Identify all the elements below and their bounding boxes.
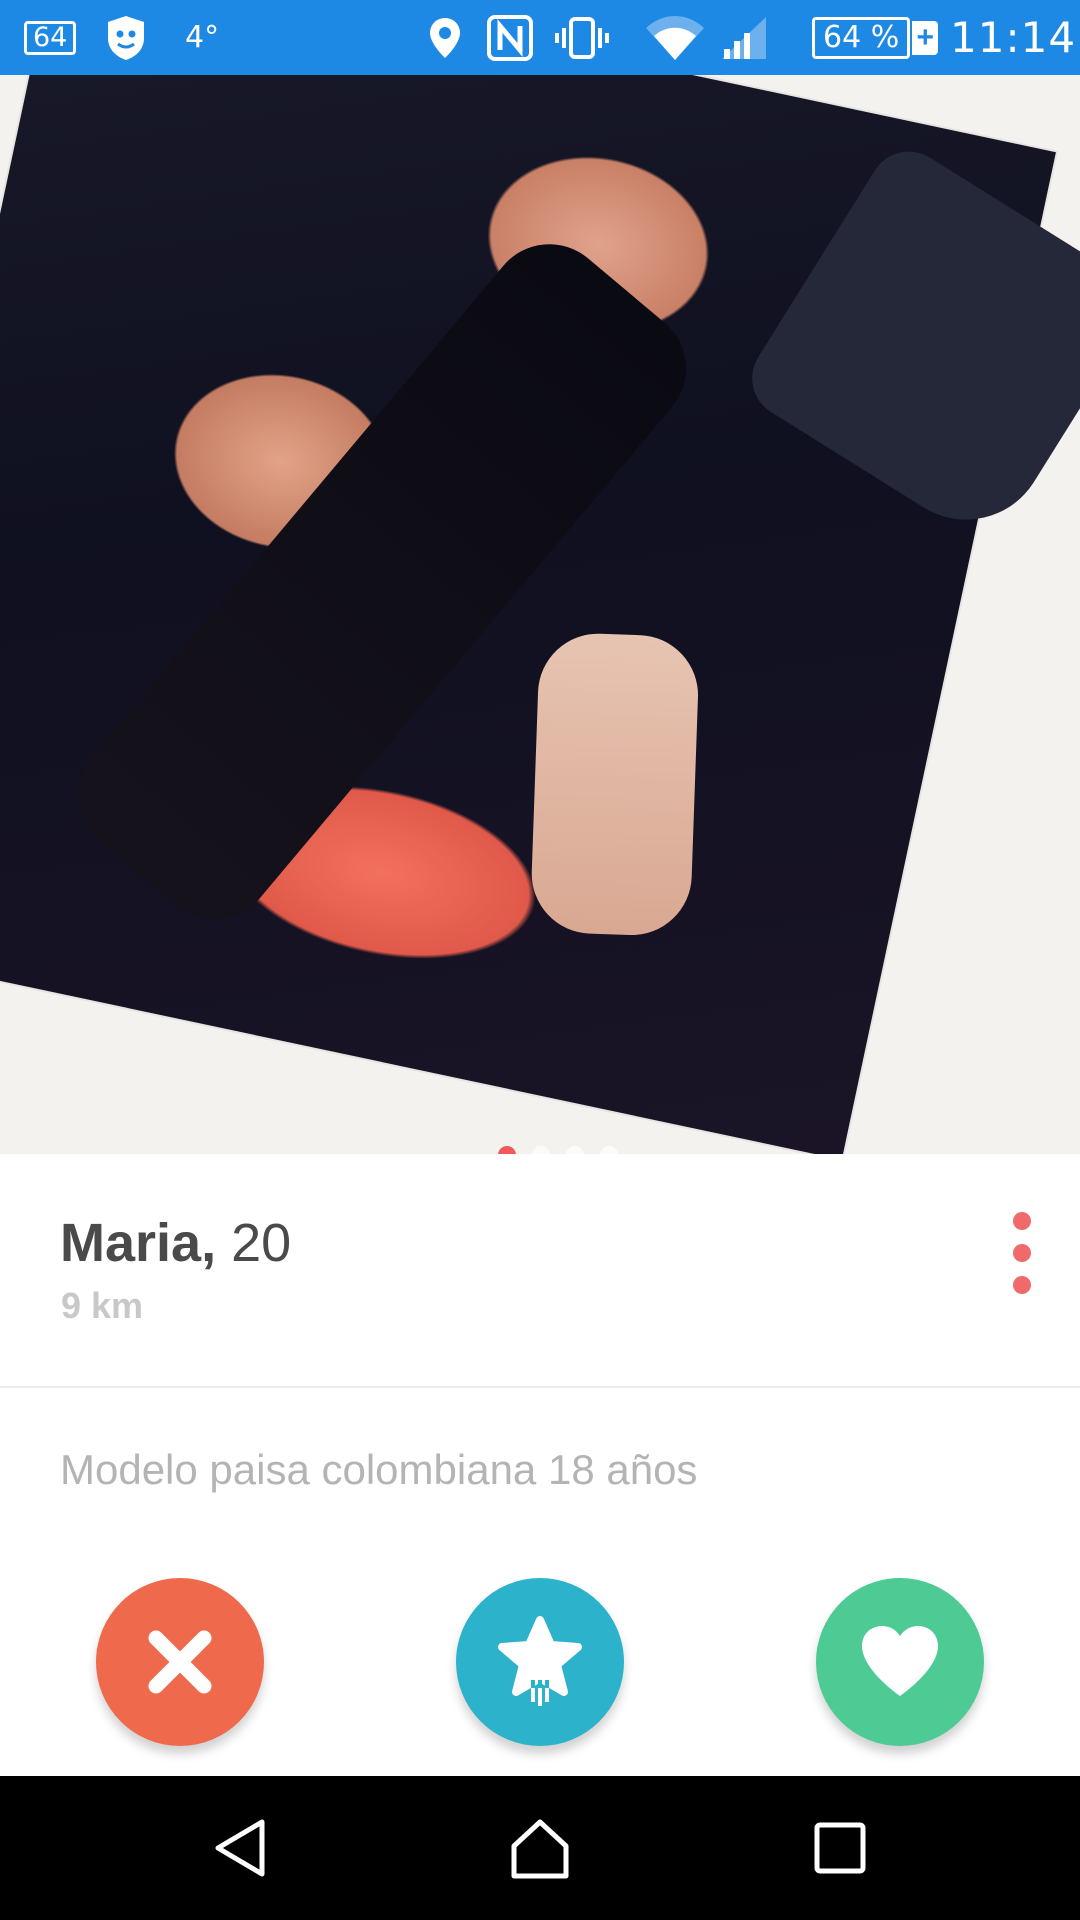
home-icon [511,1819,569,1879]
more-options-button[interactable] [1005,1212,1039,1294]
photo-cap-shape [737,136,1080,550]
photo-page-dot[interactable] [566,1146,584,1154]
charging-plus: + [912,20,939,55]
recents-button[interactable] [780,1776,900,1920]
nope-button[interactable] [96,1578,264,1746]
signal-icon [720,0,768,75]
location-icon [428,0,462,75]
recents-icon [814,1822,866,1874]
photo-page-dot[interactable] [600,1146,618,1154]
more-dot-icon [1013,1212,1031,1230]
photo-page-dot[interactable] [498,1146,516,1154]
more-dot-icon [1013,1244,1031,1262]
wifi-icon [644,0,706,75]
notification-badge: 64 [24,0,77,75]
profile-name: Maria, [60,1213,217,1273]
battery-icon: 64 % + [812,0,939,75]
superlike-button[interactable] [456,1578,624,1746]
badge-count: 64 [24,20,77,55]
back-icon [215,1819,265,1877]
profile-name-age: Maria, 20 [60,1212,291,1274]
profile-bio: Modelo paisa colombiana 18 años [60,1446,698,1493]
more-dot-icon [1013,1276,1031,1294]
nfc-icon [486,0,534,75]
vibrate-icon [554,0,610,75]
star-icon [498,1616,582,1706]
temperature-text: 4° [185,20,220,55]
divider [0,1386,1080,1388]
clock: 11:14 [950,13,1077,62]
battery-level: 64 % [812,16,911,59]
profile-age: 20 [231,1213,292,1273]
back-button[interactable] [180,1776,300,1920]
home-button[interactable] [480,1776,600,1920]
photo-hand-shape [529,631,701,938]
navigation-bar [0,1776,1080,1920]
photo-image [0,75,1080,1154]
profile-distance: 9 km [61,1285,144,1326]
shield-icon [104,0,148,75]
heart-icon [862,1626,938,1696]
close-icon [148,1630,212,1694]
photo-page-indicator [0,1146,1080,1154]
like-button[interactable] [816,1578,984,1746]
profile-photo[interactable] [0,75,1080,1154]
status-bar: 64 4° 64 % + 11:14 [0,0,1080,75]
photo-page-dot[interactable] [532,1146,550,1154]
